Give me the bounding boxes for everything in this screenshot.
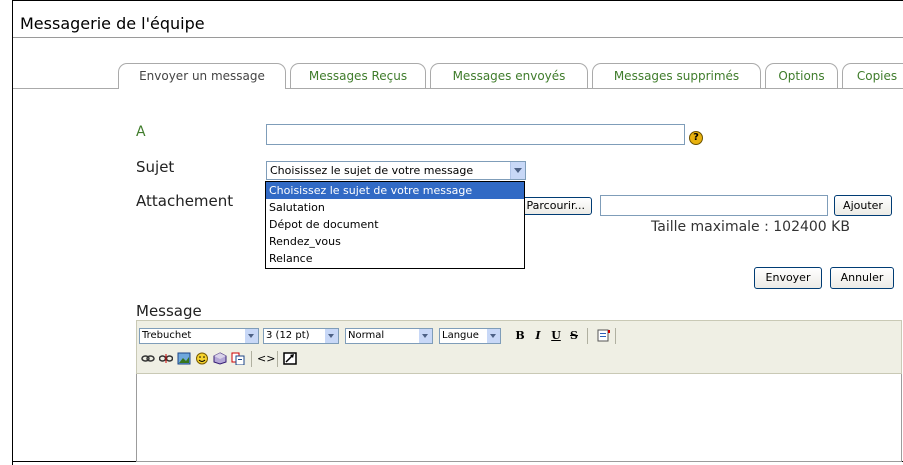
frame-left-border (12, 0, 13, 465)
subject-dropdown-list[interactable]: Choisissez le sujet de votre message Sal… (265, 181, 525, 269)
subject-option[interactable]: Salutation (266, 199, 524, 216)
cancel-button[interactable]: Annuler (830, 267, 894, 289)
help-icon[interactable]: ? (689, 131, 703, 145)
chevron-down-icon[interactable] (245, 329, 258, 343)
add-attachment-button[interactable]: Ajouter (834, 195, 892, 216)
max-size-text: Taille maximale : 102400 KB (651, 219, 850, 235)
smiley-icon[interactable] (195, 352, 209, 365)
tab-deleted-messages[interactable]: Messages supprimés (592, 63, 761, 88)
italic-button[interactable]: I (531, 328, 545, 344)
toolbar-separator (615, 328, 616, 344)
font-size-select[interactable]: 3 (12 pt) (263, 328, 339, 344)
subject-option[interactable]: Dépot de document (266, 216, 524, 233)
strikethrough-button[interactable]: S (567, 328, 581, 344)
chevron-down-icon[interactable] (487, 329, 500, 343)
insert-link-icon[interactable] (141, 352, 155, 365)
language-select[interactable]: Langue (439, 328, 501, 344)
toolbar-separator (277, 351, 278, 367)
font-family-select[interactable]: Trebuchet (139, 328, 259, 344)
fullscreen-icon[interactable] (283, 352, 297, 365)
chevron-down-icon[interactable] (419, 329, 432, 343)
attachment-label: Attachement (136, 192, 234, 210)
remove-link-icon[interactable] (159, 352, 173, 365)
message-label: Message (136, 302, 202, 320)
to-input[interactable] (266, 124, 685, 145)
tab-copies[interactable]: Copies (842, 63, 903, 88)
format-select[interactable]: Normal (345, 328, 433, 344)
chevron-down-icon[interactable] (510, 162, 525, 179)
to-label: A (136, 124, 146, 140)
subject-option[interactable]: Relance (266, 250, 524, 267)
editor-toolbar: Trebuchet 3 (12 pt) Normal Langue B I U … (136, 320, 902, 374)
attachment-name-input[interactable] (600, 195, 828, 216)
special-characters-icon[interactable] (213, 352, 227, 365)
send-button[interactable]: Envoyer (754, 267, 822, 289)
underline-button[interactable]: U (549, 328, 563, 344)
paste-word-icon[interactable] (231, 352, 245, 365)
subject-option[interactable]: Rendez_vous (266, 233, 524, 250)
subject-label: Sujet (136, 158, 175, 176)
tab-sent-messages[interactable]: Messages envoyés (430, 63, 588, 88)
subject-selected-value: Choisissez le sujet de votre message (270, 164, 474, 177)
subject-select[interactable]: Choisissez le sujet de votre message (266, 161, 526, 180)
bold-button[interactable]: B (513, 328, 527, 344)
tab-received-messages[interactable]: Messages Reçus (290, 63, 426, 88)
subject-option[interactable]: Choisissez le sujet de votre message (266, 182, 524, 199)
word-clean-icon[interactable] (597, 329, 611, 342)
title-bar: Messagerie de l'équipe (13, 1, 903, 38)
toolbar-separator (251, 351, 252, 367)
html-source-button[interactable]: <> (257, 351, 275, 367)
message-body-editor[interactable] (136, 374, 902, 462)
tab-options[interactable]: Options (765, 63, 838, 88)
tab-send-message[interactable]: Envoyer un message (118, 63, 286, 89)
toolbar-separator (587, 328, 588, 344)
insert-image-icon[interactable] (177, 352, 191, 365)
chevron-down-icon[interactable] (325, 329, 338, 343)
window-title: Messagerie de l'équipe (20, 14, 205, 33)
